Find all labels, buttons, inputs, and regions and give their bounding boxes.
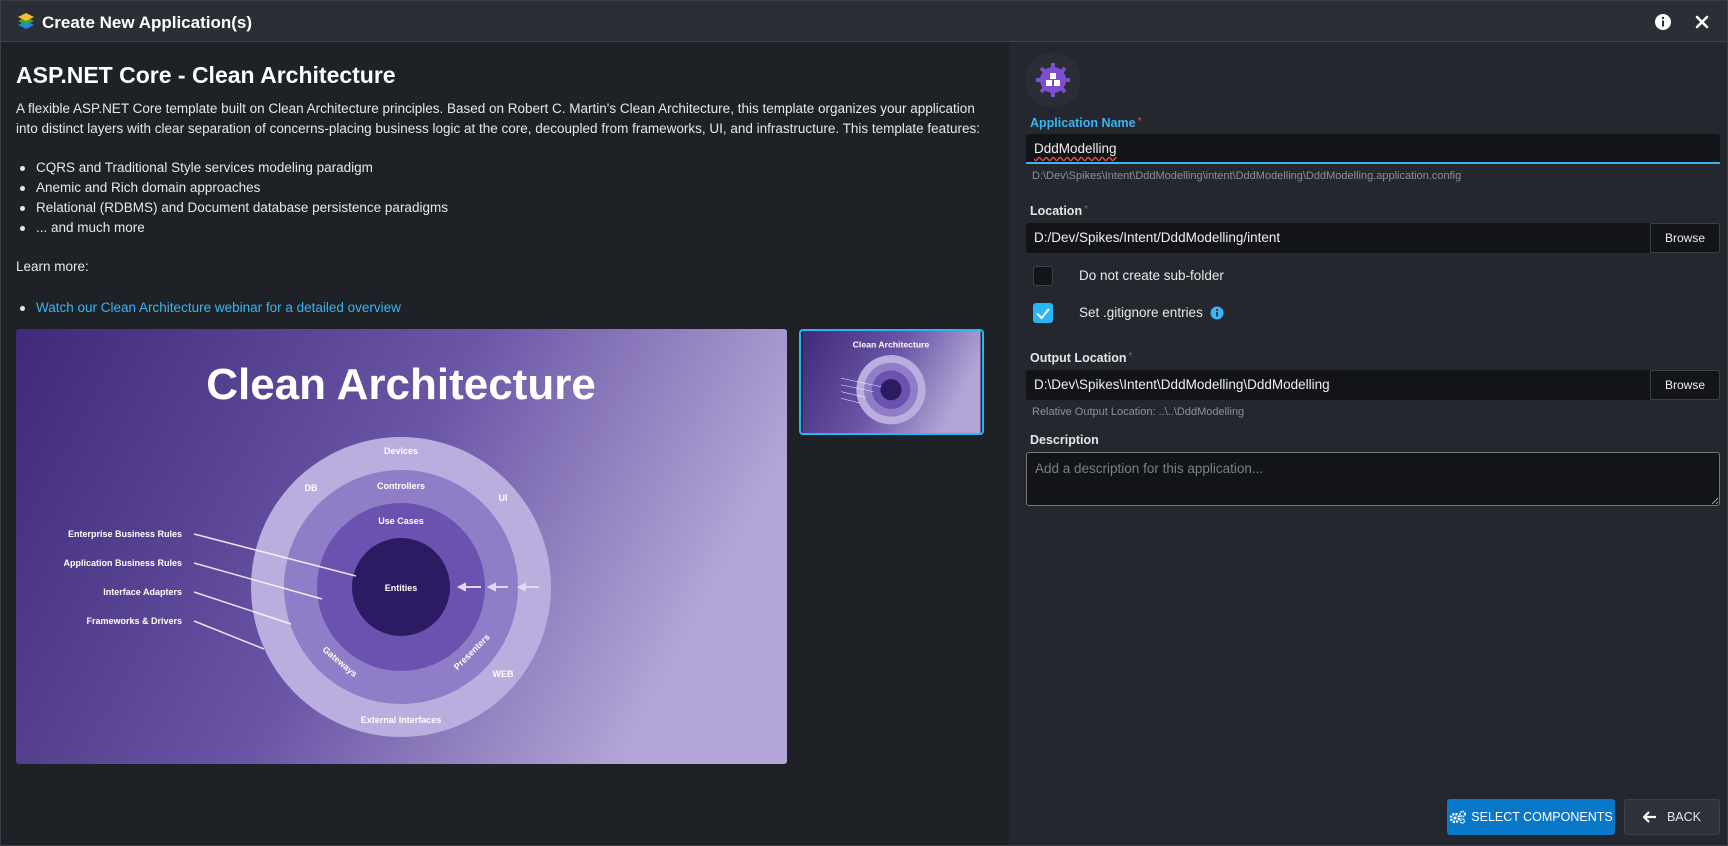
create-application-dialog: Create New Application(s) ASP.NET Core -… <box>0 0 1728 846</box>
legend-application: Application Business Rules <box>63 558 182 568</box>
info-circle-icon[interactable] <box>1653 12 1673 32</box>
output-browse-button[interactable]: Browse <box>1650 370 1720 400</box>
config-path-hint: D:\Dev\Spikes\Intent\DddModelling\intent… <box>1032 170 1462 182</box>
close-icon[interactable] <box>1692 12 1712 32</box>
legend-frameworks: Frameworks & Drivers <box>86 616 182 626</box>
clean-architecture-diagram: Clean Architecture Devices Controllers U… <box>16 329 787 764</box>
no-subfolder-label: Do not create sub-folder <box>1079 268 1224 283</box>
app-name-label: Application Name * <box>1030 116 1142 130</box>
description-input[interactable] <box>1026 452 1720 506</box>
no-subfolder-checkbox[interactable] <box>1033 266 1053 286</box>
gitignore-checkbox[interactable] <box>1033 303 1053 323</box>
feature-item: ... and much more <box>16 218 448 238</box>
ring-label-ui: UI <box>499 493 508 503</box>
back-label: BACK <box>1666 810 1702 824</box>
diagram-thumbnail[interactable]: Clean Architecture <box>799 329 984 435</box>
ring-label-web: WEB <box>493 669 514 679</box>
feature-item: Relational (RDBMS) and Document database… <box>16 198 448 218</box>
template-details-pane: ASP.NET Core - Clean Architecture A flex… <box>1 42 1009 845</box>
app-name-input[interactable]: DddModelling <box>1026 134 1720 164</box>
arrow-left-icon <box>1642 811 1656 823</box>
back-button[interactable]: BACK <box>1624 799 1720 835</box>
gears-icon <box>1450 810 1467 824</box>
relative-output-hint: Relative Output Location: ..\..\DddModel… <box>1032 406 1245 418</box>
gear-cubes-icon <box>1036 63 1070 97</box>
gitignore-label: Set .gitignore entries <box>1079 305 1203 320</box>
location-label: Location * <box>1030 204 1088 218</box>
output-location-input[interactable]: D:\Dev\Spikes\Intent\DddModelling\DddMod… <box>1026 370 1653 400</box>
template-description: A flexible ASP.NET Core template built o… <box>16 101 980 136</box>
title-bar: Create New Application(s) <box>1 1 1727 42</box>
link-item: Watch our Clean Architecture webinar for… <box>16 298 401 318</box>
select-components-label: SELECT COMPONENTS <box>1471 810 1613 824</box>
location-browse-button[interactable]: Browse <box>1650 223 1720 253</box>
feature-item: Anemic and Rich domain approaches <box>16 178 448 198</box>
ring-label-devices: Devices <box>384 446 418 456</box>
description-label: Description <box>1030 433 1099 447</box>
learn-more-label: Learn more: <box>16 259 89 274</box>
ring-label-db: DB <box>305 483 318 493</box>
template-title: ASP.NET Core - Clean Architecture <box>16 62 396 88</box>
ring-label-external: External Interfaces <box>361 715 442 725</box>
ring-label-controllers: Controllers <box>377 481 425 491</box>
application-form-pane: Application Name * DddModelling D:\Dev\Sp… <box>1009 42 1727 845</box>
checkmark-icon <box>1036 308 1050 320</box>
link-list: Watch our Clean Architecture webinar for… <box>16 298 401 318</box>
select-components-button[interactable]: SELECT COMPONENTS <box>1447 799 1615 835</box>
thumbnail-title: Clean Architecture <box>853 339 930 349</box>
legend-adapters: Interface Adapters <box>103 587 182 597</box>
location-input[interactable]: D:/Dev/Spikes/Intent/DddModelling/intent <box>1026 223 1653 253</box>
window-title: Create New Application(s) <box>42 13 253 32</box>
webinar-link[interactable]: Watch our Clean Architecture webinar for… <box>36 300 401 315</box>
application-icon[interactable] <box>1025 52 1081 108</box>
legend-enterprise: Enterprise Business Rules <box>68 529 182 539</box>
diagram-title: Clean Architecture <box>206 360 596 409</box>
feature-item: CQRS and Traditional Style services mode… <box>16 158 448 178</box>
feature-list: CQRS and Traditional Style services mode… <box>16 158 448 238</box>
ring-label-entities: Entities <box>385 583 418 593</box>
output-location-label: Output Location * <box>1030 351 1133 365</box>
app-logo-icon <box>18 13 34 29</box>
gitignore-info-icon[interactable] <box>1210 306 1224 320</box>
ring-label-use-cases: Use Cases <box>378 516 424 526</box>
